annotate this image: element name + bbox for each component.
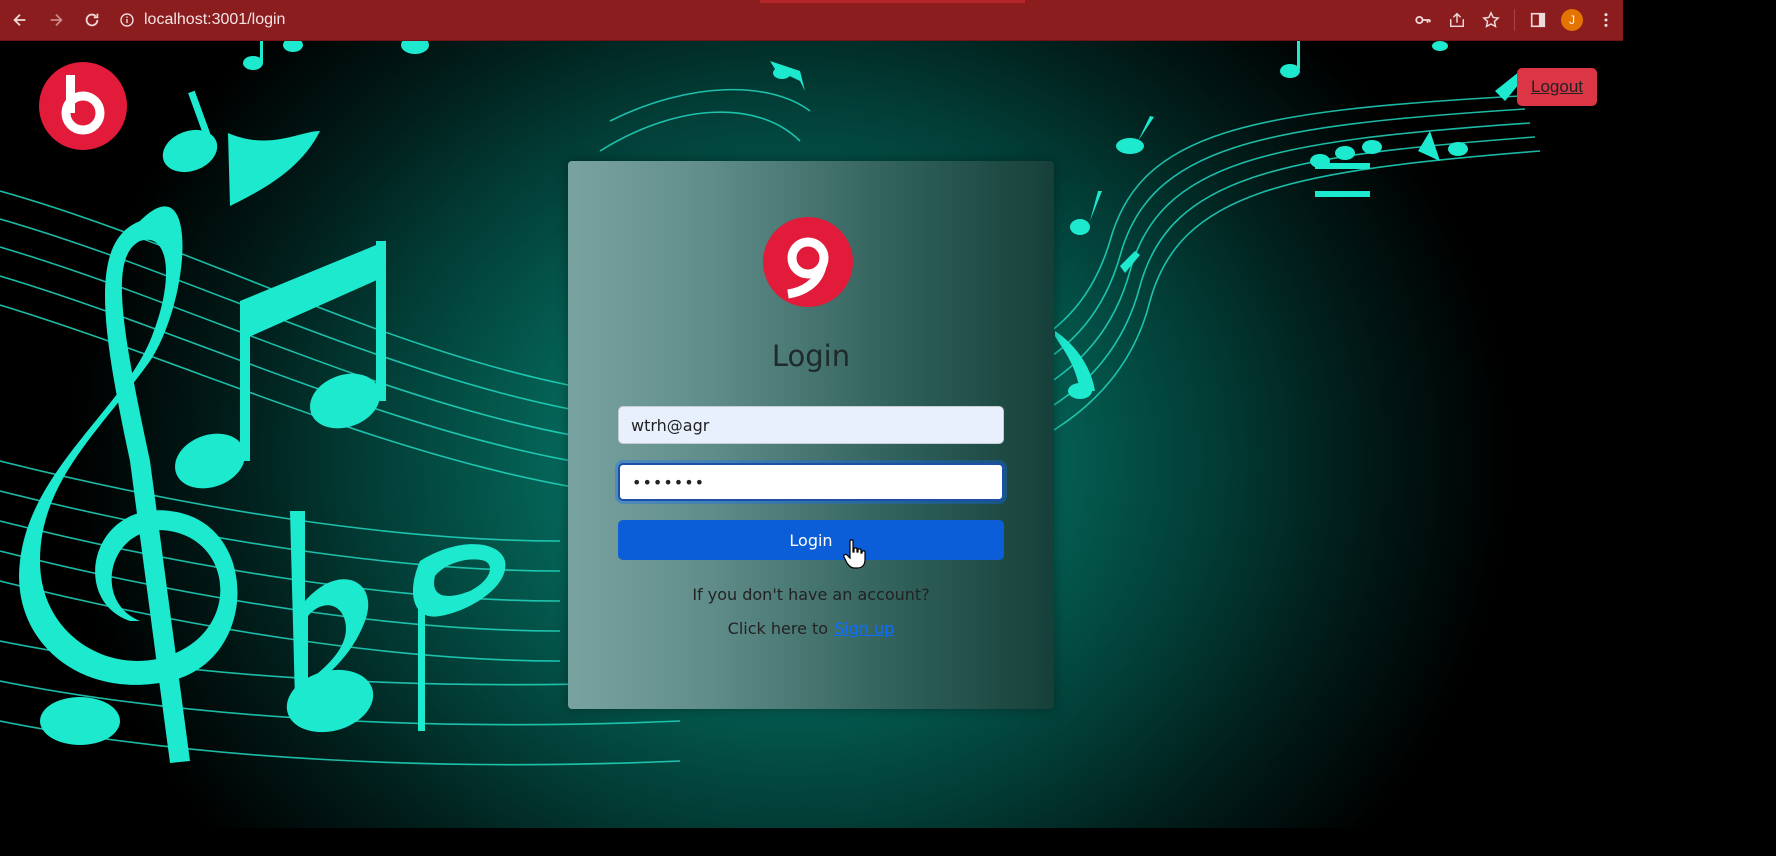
info-icon: [120, 13, 134, 27]
browser-toolbar: localhost:3001/login J: [0, 0, 1623, 41]
beats-logo: [763, 217, 853, 307]
signup-prefix: Click here to: [727, 619, 829, 638]
star-icon: [1482, 11, 1500, 28]
login-button[interactable]: Login: [618, 520, 1004, 560]
side-panel-icon: [1530, 12, 1546, 28]
back-button[interactable]: [4, 4, 36, 36]
key-icon: [1415, 15, 1431, 25]
hand-cursor-icon: [843, 539, 866, 569]
share-icon: [1449, 12, 1465, 28]
address-bar[interactable]: localhost:3001/login: [120, 5, 285, 35]
reload-icon: [85, 13, 99, 27]
back-icon: [13, 13, 26, 27]
avatar: J: [1561, 9, 1583, 31]
beats-logo: [39, 62, 127, 150]
share-button[interactable]: [1440, 3, 1474, 37]
page-title: Login: [771, 339, 851, 373]
profile-button[interactable]: J: [1555, 3, 1589, 37]
toolbar-divider: [1514, 9, 1515, 31]
reload-button[interactable]: [76, 4, 108, 36]
toolbar-actions: J: [1406, 0, 1623, 40]
logout-button[interactable]: Logout: [1517, 68, 1597, 106]
page-viewport: Logout Login Login If you don't have an …: [0, 41, 1623, 828]
password-field[interactable]: [618, 463, 1004, 501]
more-menu-button[interactable]: [1589, 3, 1623, 37]
account-prompt: If you don't have an account?: [692, 585, 930, 604]
more-icon: [1604, 13, 1608, 27]
bookmark-button[interactable]: [1474, 3, 1508, 37]
side-panel-button[interactable]: [1521, 3, 1555, 37]
signup-row: Click here to Sign up: [568, 619, 1054, 638]
forward-button[interactable]: [40, 4, 72, 36]
signup-link[interactable]: Sign up: [834, 619, 894, 638]
login-card: Login Login If you don't have an account…: [568, 161, 1054, 709]
password-key-button[interactable]: [1406, 3, 1440, 37]
email-field[interactable]: [618, 406, 1004, 444]
url-text: localhost:3001/login: [144, 11, 286, 28]
forward-icon: [50, 13, 63, 27]
tab-accent: [760, 0, 1025, 3]
